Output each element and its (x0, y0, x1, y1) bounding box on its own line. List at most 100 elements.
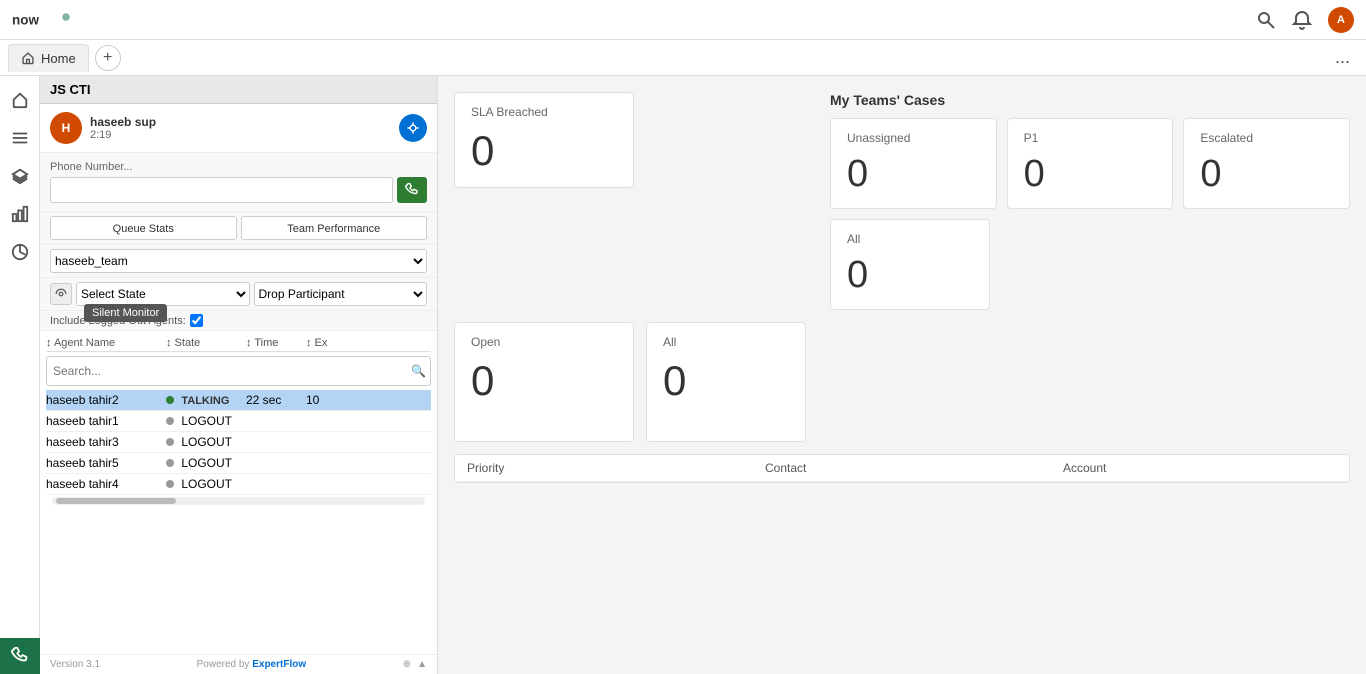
my-teams-cases: My Teams' Cases Unassigned 0 P1 0 Escala… (830, 92, 1350, 310)
notifications-icon[interactable] (1292, 10, 1312, 30)
status-dot-gray (166, 417, 174, 425)
left-sidebar (0, 76, 40, 674)
cti-title: JS CTI (50, 82, 90, 97)
status-dot-green (166, 396, 174, 404)
call-button[interactable] (397, 177, 427, 203)
agent-row[interactable]: haseeb tahir1 LOGOUT (46, 411, 431, 432)
open-value: 0 (471, 357, 617, 405)
user-time: 2:19 (90, 129, 156, 141)
open-card: Open 0 (454, 322, 634, 442)
top-nav-right: A (1256, 7, 1354, 33)
phone-input-row (50, 177, 427, 203)
include-checkbox[interactable] (190, 314, 203, 327)
sidebar-item-analytics[interactable] (4, 236, 36, 268)
agent-table: ↕ Agent Name ↕ State ↕ Time ↕ Ex 🔍 hasee… (40, 331, 437, 511)
cti-header: JS CTI (40, 76, 437, 104)
agent-name: haseeb tahir2 (46, 393, 166, 407)
agent-state: LOGOUT (166, 477, 246, 491)
phone-icon-bottom[interactable] (0, 638, 40, 674)
agent-search-row: 🔍 (46, 356, 431, 386)
silent-monitor-tooltip: Silent Monitor (84, 304, 167, 322)
tab-add-button[interactable]: + (95, 45, 121, 71)
p1-value: 0 (1024, 153, 1157, 196)
drop-participant-select[interactable]: Drop Participant (254, 282, 428, 306)
all-teams-title: All (847, 232, 973, 246)
dial-button[interactable] (399, 114, 427, 142)
app-logo: now (12, 10, 72, 30)
cti-panel: JS CTI H haseeb sup 2:19 (40, 76, 438, 674)
all-value: 0 (663, 357, 789, 405)
sidebar-item-home[interactable] (4, 84, 36, 116)
col-state: ↕ State (166, 337, 246, 349)
status-dot-gray (166, 480, 174, 488)
phone-input-area: Phone Number... (40, 153, 437, 212)
user-info: haseeb sup 2:19 (90, 115, 156, 141)
cti-footer: Version 3.1 Powered by ExpertFlow ⊕ ▲ (40, 654, 437, 674)
top-nav: now A (0, 0, 1366, 40)
main-content: JS CTI H haseeb sup 2:19 (40, 76, 1366, 674)
bottom-table: Priority Contact Account (454, 454, 1350, 483)
stats-row: Queue Stats Team Performance (40, 212, 437, 245)
monitor-row: Silent Monitor Select State Drop Partici… (40, 278, 437, 311)
agent-search-input[interactable] (47, 361, 407, 381)
col-ex: ↕ Ex (306, 337, 330, 349)
p1-card: P1 0 (1007, 118, 1174, 209)
escalated-card: Escalated 0 (1183, 118, 1350, 209)
monitor-button[interactable] (50, 283, 72, 305)
tab-home-label: Home (41, 51, 76, 66)
agent-name: haseeb tahir1 (46, 414, 166, 428)
sla-breached-title: SLA Breached (471, 105, 617, 119)
agent-name: haseeb tahir4 (46, 477, 166, 491)
all-title: All (663, 335, 789, 349)
expand-icon[interactable]: ▲ (417, 659, 427, 670)
escalated-value: 0 (1200, 153, 1333, 196)
agent-time: 22 sec (246, 393, 306, 407)
search-icon-sm: 🔍 (407, 364, 430, 378)
status-dot-gray (166, 459, 174, 467)
teams-cards-grid: Unassigned 0 P1 0 Escalated 0 (830, 118, 1350, 209)
agent-state: TALKING (166, 393, 246, 407)
horizontal-scrollbar[interactable] (52, 497, 425, 505)
resize-icon[interactable]: ⊕ (403, 659, 411, 670)
svg-text:now: now (12, 12, 39, 27)
agent-state: LOGOUT (166, 435, 246, 449)
agent-row[interactable]: haseeb tahir2 TALKING 22 sec 10 (46, 390, 431, 411)
all-card: All 0 (646, 322, 806, 442)
user-row: H haseeb sup 2:19 (40, 104, 437, 153)
all-teams-card: All 0 (830, 219, 990, 310)
my-teams-title: My Teams' Cases (830, 92, 1350, 108)
sidebar-item-menu[interactable] (4, 122, 36, 154)
agent-row[interactable]: haseeb tahir4 LOGOUT (46, 474, 431, 495)
sidebar-item-layers[interactable] (4, 160, 36, 192)
search-icon[interactable] (1256, 10, 1276, 30)
version-text: Version 3.1 (50, 659, 100, 670)
team-select[interactable]: haseeb_team (50, 249, 427, 273)
all-teams-value: 0 (847, 254, 973, 297)
agent-name: haseeb tahir5 (46, 456, 166, 470)
state-select[interactable]: Select State (76, 282, 250, 306)
agent-state: LOGOUT (166, 414, 246, 428)
agent-ex: 10 (306, 393, 330, 407)
col-contact: Contact (765, 461, 1039, 475)
user-avatar[interactable]: A (1328, 7, 1354, 33)
phone-input[interactable] (50, 177, 393, 203)
team-performance-button[interactable]: Team Performance (241, 216, 428, 240)
col-priority: Priority (467, 461, 741, 475)
sidebar-item-chart[interactable] (4, 198, 36, 230)
col-time: ↕ Time (246, 337, 306, 349)
queue-stats-button[interactable]: Queue Stats (50, 216, 237, 240)
p1-title: P1 (1024, 131, 1157, 145)
agent-row[interactable]: haseeb tahir3 LOGOUT (46, 432, 431, 453)
cti-body: H haseeb sup 2:19 Phone Number... (40, 104, 437, 654)
tab-more-button[interactable]: ... (1327, 47, 1358, 68)
tab-bar: Home + ... (0, 40, 1366, 76)
agent-row[interactable]: haseeb tahir5 LOGOUT (46, 453, 431, 474)
bottom-table-header: Priority Contact Account (455, 455, 1349, 482)
open-title: Open (471, 335, 617, 349)
agent-state: LOGOUT (166, 456, 246, 470)
agent-table-header: ↕ Agent Name ↕ State ↕ Time ↕ Ex (46, 335, 431, 352)
scrollbar-thumb (56, 498, 176, 504)
escalated-title: Escalated (1200, 131, 1333, 145)
unassigned-value: 0 (847, 153, 980, 196)
tab-home[interactable]: Home (8, 44, 89, 72)
